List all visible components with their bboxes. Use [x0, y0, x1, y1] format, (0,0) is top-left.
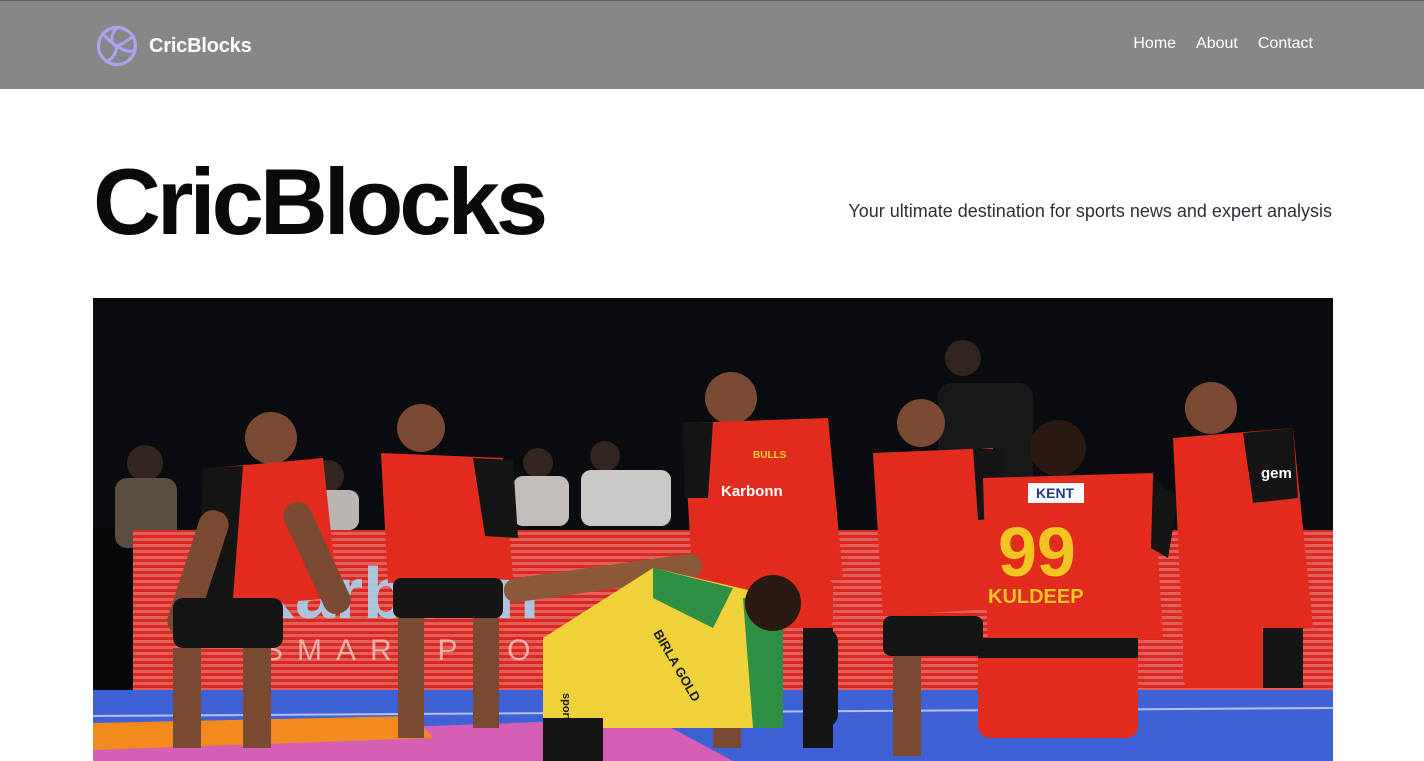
hero-tagline: Your ultimate destination for sports new… — [848, 201, 1332, 221]
brand-name: CricBlocks — [149, 34, 252, 57]
volleyball-icon — [96, 25, 138, 67]
jersey-gem-text: gem — [1261, 465, 1292, 482]
nav-contact-link[interactable]: Contact — [1258, 35, 1313, 53]
jersey-bulls-text: BULLS — [753, 450, 787, 461]
nav-about-link[interactable]: About — [1196, 35, 1238, 53]
jersey-name-text: KULDEEP — [988, 586, 1084, 608]
jersey-kent-text: KENT — [1036, 485, 1075, 501]
jersey-karbonn-text: Karbonn — [721, 483, 783, 500]
nav-home-link[interactable]: Home — [1133, 35, 1176, 53]
hero-title: CricBlocks — [93, 149, 548, 254]
featured-kabaddi-photo: Karbonn SMARTPHONES Karbonn BULLS KENT 9… — [93, 298, 1333, 761]
jersey-number-text: 99 — [998, 513, 1076, 591]
main-nav: Home About Contact — [1133, 35, 1313, 53]
brand-home-link[interactable]: CricBlocks — [96, 25, 252, 67]
top-navbar: CricBlocks Home About Contact — [0, 0, 1424, 89]
kabaddi-scene-illustration: Karbonn SMARTPHONES Karbonn BULLS KENT 9… — [93, 298, 1333, 761]
